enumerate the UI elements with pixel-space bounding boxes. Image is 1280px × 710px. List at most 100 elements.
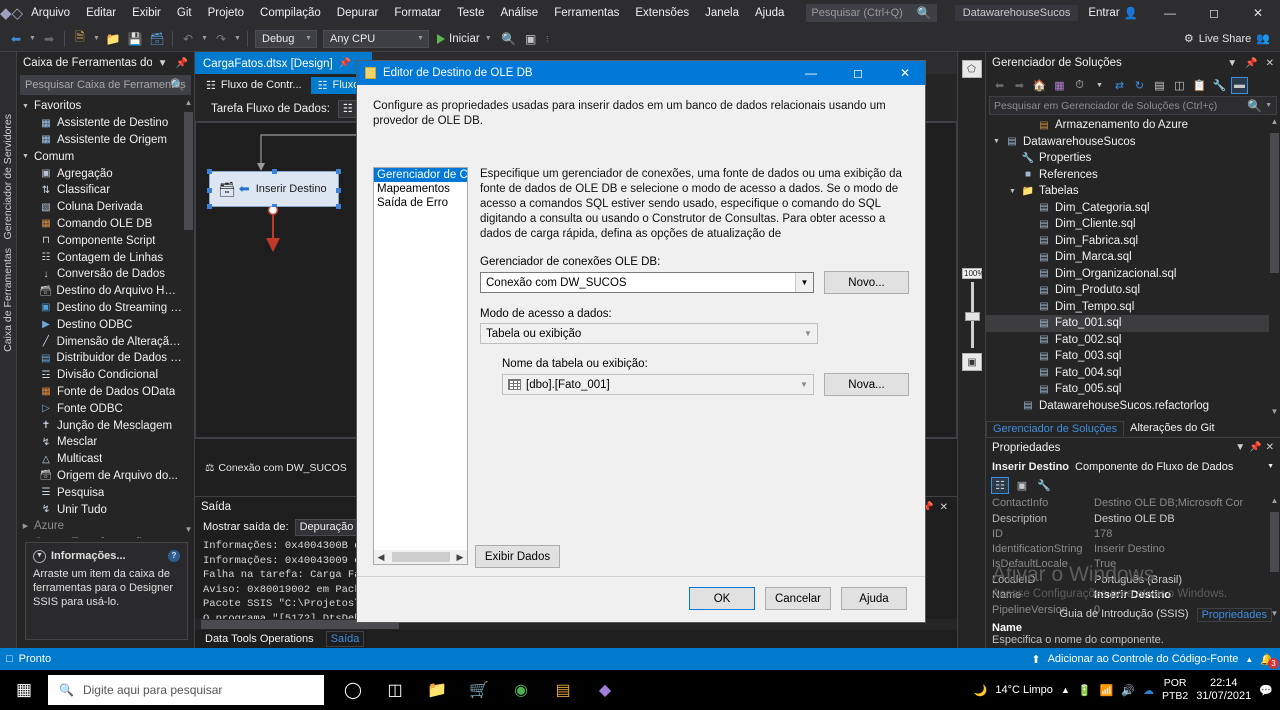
connection-manager-dw-sucos[interactable]: ⚖ Conexão com DW_SUCOS: [205, 462, 347, 474]
cortana-icon[interactable]: ◯: [332, 670, 374, 710]
solution-tree-item[interactable]: ▤ Fato_005.sql: [986, 381, 1280, 398]
office-icon[interactable]: ▤: [542, 670, 584, 710]
copy-icon[interactable]: 📋: [1191, 77, 1208, 94]
sign-in-button[interactable]: Entrar 👤: [1078, 6, 1148, 20]
chevron-down-icon[interactable]: ▼: [1091, 77, 1108, 94]
menu-exibir[interactable]: Exibir: [124, 3, 169, 23]
home-icon[interactable]: 🏠: [1031, 77, 1048, 94]
scroll-thumb[interactable]: [392, 552, 450, 562]
menu-teste[interactable]: Teste: [449, 3, 493, 23]
navigate-back-dropdown-icon[interactable]: ▼: [28, 35, 37, 42]
chevron-down-icon[interactable]: ▼: [1008, 188, 1017, 195]
dialog-minimize-button[interactable]: —: [791, 61, 831, 85]
toolbox-item-destino-streaming[interactable]: ▣ Destino do Streaming d...: [17, 300, 194, 317]
nav-item-gerenciador-de-conexoes[interactable]: Gerenciador de Con: [374, 168, 467, 182]
toolbox-item-agregacao[interactable]: ▣ Agregação: [17, 165, 194, 182]
action-center-icon[interactable]: 💬: [1259, 684, 1273, 697]
property-row[interactable]: IdentificationString Inserir Destino: [986, 542, 1280, 557]
solution-tree-item[interactable]: ▤ Dim_Fabrica.sql: [986, 233, 1280, 250]
weather-label[interactable]: 14°C Limpo: [995, 684, 1053, 696]
property-row[interactable]: ID 178: [986, 526, 1280, 541]
nav-item-mapeamentos[interactable]: Mapeamentos: [374, 182, 467, 196]
file-explorer-icon[interactable]: 📁: [416, 670, 458, 710]
close-icon[interactable]: ✕: [1264, 442, 1276, 453]
toolbox-item-unir-tudo[interactable]: ↯ Unir Tudo: [17, 501, 194, 518]
help-icon[interactable]: ?: [168, 550, 180, 562]
scroll-down-icon[interactable]: ▼: [183, 525, 194, 538]
solution-tree-item[interactable]: ▤ Dim_Produto.sql: [986, 282, 1280, 299]
solution-tree-item[interactable]: ▤ Fato_001.sql: [986, 315, 1280, 332]
zoom-slider[interactable]: [964, 282, 980, 348]
save-icon[interactable]: 💾: [125, 29, 145, 49]
redo-dropdown-icon[interactable]: ▼: [233, 35, 242, 42]
properties-wrench-icon[interactable]: 🔧: [1211, 77, 1228, 94]
start-button[interactable]: ▦: [0, 680, 48, 700]
property-row[interactable]: Name Inserir Destino: [986, 587, 1280, 602]
undo-icon[interactable]: ↶: [178, 29, 198, 49]
toolbox-item-componente-script[interactable]: ⊓ Componente Script: [17, 232, 194, 249]
data-access-mode-combo[interactable]: Tabela ou exibição ▼: [480, 323, 818, 344]
quick-search-input[interactable]: Pesquisar (Ctrl+Q) 🔍: [806, 4, 937, 22]
document-tab-cargafatos[interactable]: CargaFatos.dtsx [Design] 📌 ✕: [195, 52, 373, 74]
clock[interactable]: 22:14 31/07/2021: [1196, 677, 1251, 703]
solution-tree-item[interactable]: ▤ Dim_Categoria.sql: [986, 200, 1280, 217]
tab-gerenciador-de-solucoes[interactable]: Gerenciador de Soluções: [986, 420, 1125, 436]
new-connection-button[interactable]: Novo...: [824, 271, 909, 294]
panel-menu-icon[interactable]: ▼: [1233, 442, 1247, 453]
solution-tree-item[interactable]: ■ References: [986, 167, 1280, 184]
tab-saida[interactable]: Saída: [325, 631, 365, 647]
toolbox-item-fonte-odata[interactable]: ▦ Fonte de Dados OData: [17, 384, 194, 401]
toolbox-item-juncao-mesclagem[interactable]: ✝ Junção de Mesclagem: [17, 417, 194, 434]
history-icon[interactable]: ⏱: [1071, 77, 1088, 94]
alphabetical-view-icon[interactable]: ▣: [1013, 477, 1031, 494]
scroll-thumb[interactable]: [184, 112, 193, 230]
tab-fluxo-de-controle[interactable]: ☷ Fluxo de Contr...: [199, 77, 309, 94]
volume-icon[interactable]: 🔊: [1121, 684, 1135, 697]
pin-icon[interactable]: 📌: [1243, 58, 1259, 69]
toolbox-item-destino-hdfs[interactable]: 🗃 Destino do Arquivo HDFS: [17, 283, 194, 300]
tray-expand-icon[interactable]: ▲: [1061, 685, 1070, 695]
property-pages-icon[interactable]: 🔧: [1035, 477, 1053, 494]
properties-selection-combo[interactable]: Inserir Destino Componente do Fluxo de D…: [986, 458, 1280, 476]
tab-guia-introducao-ssis[interactable]: Guia de Introdução (SSIS): [1060, 608, 1189, 622]
scroll-thumb[interactable]: [1270, 511, 1279, 572]
menu-ferramentas[interactable]: Ferramentas: [546, 3, 627, 23]
toolbox-item-fonte-odbc[interactable]: ▷ Fonte ODBC: [17, 400, 194, 417]
rail-tab-toolbox[interactable]: Caixa de Ferramentas: [2, 248, 14, 352]
preview-data-button[interactable]: Exibir Dados: [475, 545, 560, 568]
categorized-view-icon[interactable]: ☷: [991, 477, 1009, 495]
language-indicator[interactable]: POR PTB2: [1162, 677, 1188, 703]
data-flow-component-inserir-destino[interactable]: 🗃 ⬅ Inserir Destino: [207, 169, 341, 209]
pin-icon[interactable]: 📌: [339, 58, 351, 69]
navigate-back-icon[interactable]: ⬅: [6, 29, 26, 49]
forward-icon[interactable]: ➡: [1011, 77, 1028, 94]
toolbox-item-classificar[interactable]: ⇅ Classificar: [17, 182, 194, 199]
solution-tree-item[interactable]: ▤ Fato_003.sql: [986, 348, 1280, 365]
properties-scrollbar[interactable]: ▲ ▼: [1269, 495, 1280, 618]
solution-tree-item[interactable]: ▤ Dim_Cliente.sql: [986, 216, 1280, 233]
solution-tree-item[interactable]: ▤ Dim_Marca.sql: [986, 249, 1280, 266]
zoom-fit-button[interactable]: ▣: [962, 353, 982, 371]
toolbox-item-comando-oledb[interactable]: ▦ Comando OLE DB: [17, 216, 194, 233]
toolbox-item-origem-arquivo[interactable]: 🗃 Origem de Arquivo do...: [17, 468, 194, 485]
solution-scrollbar[interactable]: ▲ ▼: [1269, 117, 1280, 420]
new-project-icon[interactable]: 🗎: [70, 29, 90, 49]
property-row[interactable]: LocaleID Português (Brasil): [986, 572, 1280, 587]
back-icon[interactable]: ⬅: [991, 77, 1008, 94]
solution-tree-item[interactable]: ▤ Dim_Tempo.sql: [986, 299, 1280, 316]
new-table-button[interactable]: Nova...: [824, 373, 909, 396]
pin-icon[interactable]: 📌: [174, 58, 190, 69]
solution-tree-item[interactable]: ▤ Fato_004.sql: [986, 365, 1280, 382]
chevron-down-icon[interactable]: ▼: [1267, 463, 1280, 470]
scroll-down-icon[interactable]: ▼: [1269, 407, 1280, 420]
chrome-icon[interactable]: ◉: [500, 670, 542, 710]
ok-button[interactable]: OK: [689, 587, 755, 610]
panel-menu-icon[interactable]: ▼: [156, 58, 170, 69]
menu-formatar[interactable]: Formatar: [386, 3, 449, 23]
new-project-dropdown-icon[interactable]: ▼: [92, 35, 101, 42]
solution-tree-item[interactable]: ▼ ▤ DatawarehouseSucos: [986, 134, 1280, 151]
toolbox-item-pesquisa[interactable]: ☰ Pesquisa: [17, 484, 194, 501]
menu-arquivo[interactable]: Arquivo: [23, 3, 78, 23]
preview-icon[interactable]: ▬: [1231, 76, 1248, 94]
taskbar-search-input[interactable]: 🔍 Digite aqui para pesquisar: [48, 675, 324, 705]
